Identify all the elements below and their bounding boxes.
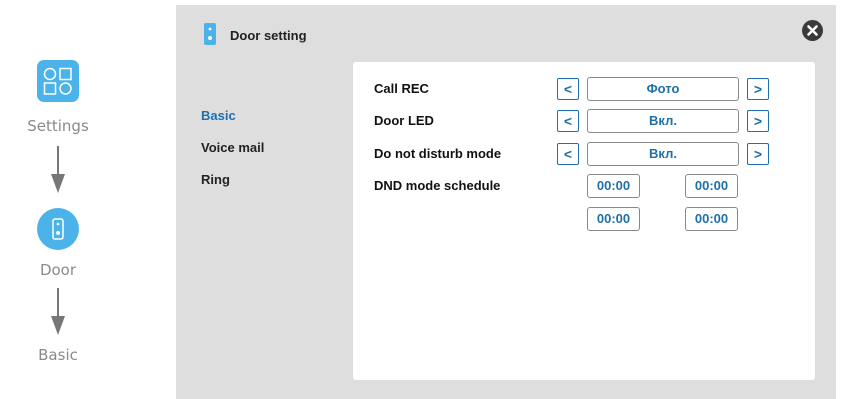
call-rec-prev-button[interactable]: <	[557, 78, 579, 100]
arrow-down-icon	[51, 146, 65, 193]
panel-title: Door setting	[230, 28, 307, 43]
doorbell-icon	[204, 23, 216, 45]
menu-item-voice-mail[interactable]: Voice mail	[201, 140, 264, 172]
dnd-mode-value: Вкл.	[587, 142, 739, 166]
door-setting-panel: Door setting Basic Voice mail Ring Call …	[176, 5, 836, 399]
dnd-start-time-1[interactable]: 00:00	[587, 174, 640, 198]
door-led-prev-button[interactable]: <	[557, 110, 579, 132]
arrow-down-icon	[51, 288, 65, 335]
menu-item-basic[interactable]: Basic	[201, 108, 264, 140]
dnd-mode-prev-button[interactable]: <	[557, 143, 579, 165]
call-rec-label: Call REC	[374, 81, 429, 96]
close-button[interactable]	[802, 20, 823, 41]
flow-step-settings: Settings	[27, 117, 89, 135]
call-rec-value: Фото	[587, 77, 739, 101]
door-led-label: Door LED	[374, 113, 434, 128]
door-phone-icon[interactable]	[37, 208, 79, 250]
dnd-end-time-2[interactable]: 00:00	[685, 207, 738, 231]
close-icon	[807, 25, 818, 36]
door-led-next-button[interactable]: >	[747, 110, 769, 132]
navigation-flow: Settings Door Basic	[0, 0, 176, 399]
doorbell-icon-svg	[52, 218, 64, 240]
dnd-mode-next-button[interactable]: >	[747, 143, 769, 165]
dnd-schedule-label: DND mode schedule	[374, 178, 501, 193]
grid-icon-svg	[43, 67, 72, 95]
flow-step-door: Door	[39, 261, 77, 279]
door-led-value: Вкл.	[587, 109, 739, 133]
settings-grid-icon[interactable]	[37, 60, 79, 102]
dnd-start-time-2[interactable]: 00:00	[587, 207, 640, 231]
call-rec-next-button[interactable]: >	[747, 78, 769, 100]
dnd-end-time-1[interactable]: 00:00	[685, 174, 738, 198]
flow-step-basic: Basic	[38, 346, 78, 364]
menu-item-ring[interactable]: Ring	[201, 172, 264, 204]
dnd-mode-label: Do not disturb mode	[374, 146, 502, 161]
settings-content: Call REC < Фото > Door LED < Вкл. > Do n…	[353, 62, 815, 380]
settings-menu: Basic Voice mail Ring	[201, 108, 264, 204]
